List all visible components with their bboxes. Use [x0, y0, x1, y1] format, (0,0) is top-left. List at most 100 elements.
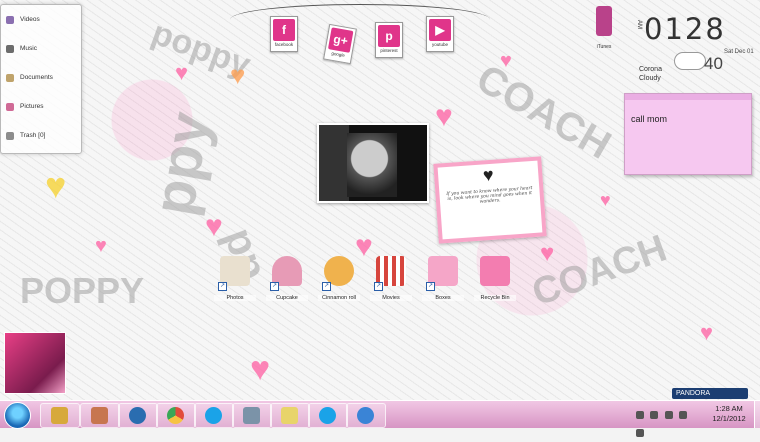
- pictures-icon: [6, 102, 14, 111]
- album-art-gadget[interactable]: [4, 332, 66, 394]
- heart-decoration: ♥: [700, 320, 714, 345]
- taskbar: 1:28 AM 12/1/2012: [0, 400, 760, 437]
- start-button[interactable]: [4, 402, 31, 429]
- desktop-icon-label: Cupcake: [266, 295, 308, 301]
- flag-icon[interactable]: [650, 411, 659, 419]
- facebook-label: facebook: [274, 42, 294, 47]
- google-plus-icon: g+: [327, 27, 354, 53]
- pinterest-label: pinterest: [380, 48, 398, 53]
- wallpaper-decoration: ppy: [140, 107, 223, 220]
- heart-decoration: ♥: [45, 165, 67, 206]
- heart-decoration: ♥: [540, 240, 555, 267]
- heart-decoration: ♥: [435, 100, 453, 133]
- taskbar-app-skype[interactable]: [194, 403, 234, 428]
- library-item-documents[interactable]: Documents: [1, 63, 81, 92]
- weather-city: Corona: [639, 66, 662, 73]
- tray-icon[interactable]: [636, 411, 644, 419]
- taskbar-date: 12/1/2012: [712, 414, 746, 423]
- library-item-label: Videos: [20, 16, 40, 23]
- volume-icon[interactable]: [679, 411, 688, 419]
- library-item-label: Music: [20, 45, 37, 52]
- folder-icon: [51, 407, 68, 424]
- sticky-notes-icon: [281, 407, 298, 424]
- heart-decoration: ♥: [250, 350, 271, 388]
- photo-gadget[interactable]: [317, 123, 429, 203]
- skype-icon: [319, 407, 336, 424]
- clock-ampm: AM: [636, 20, 642, 29]
- taskbar-app-folders[interactable]: [80, 403, 120, 428]
- desktop-icon-label: Movies: [370, 295, 412, 301]
- battery-icon[interactable]: [636, 429, 644, 437]
- hp-icon: [129, 407, 146, 424]
- heart-decoration: ♥: [230, 60, 246, 90]
- desktop-icon-boxes[interactable]: ↗ Boxes: [422, 256, 464, 306]
- photo-shadow: [319, 125, 349, 201]
- taskbar-app-itunes[interactable]: [346, 403, 386, 428]
- itunes-icon: [357, 407, 374, 424]
- shortcut-arrow-icon: ↗: [218, 282, 227, 291]
- desktop-icon-label: Cinnamon roll: [318, 295, 360, 301]
- library-item-label: Documents: [20, 74, 53, 81]
- desktop-icon-label: Recycle Bin: [474, 295, 516, 301]
- heart-decoration: ♥: [95, 235, 107, 257]
- facebook-icon: f: [273, 19, 295, 41]
- taskbar-app-sticky-notes[interactable]: [270, 403, 310, 428]
- library-item-label: Pictures: [20, 103, 44, 110]
- music-icon: [6, 44, 14, 53]
- portrait-image: [347, 133, 397, 197]
- quote-card: ♥ If you want to know where your heart i…: [433, 156, 547, 244]
- shortcut-arrow-icon: ↗: [426, 282, 435, 291]
- skype-icon: [205, 407, 222, 424]
- itunes-desktop-icon[interactable]: iTunes: [592, 6, 616, 58]
- facebook-button[interactable]: f facebook: [270, 16, 298, 52]
- sticky-note[interactable]: call mom: [624, 93, 752, 175]
- sticky-note-text[interactable]: call mom: [625, 100, 751, 124]
- clock-time: 0128: [644, 12, 726, 46]
- desktop-icon-label: Photos: [214, 295, 256, 301]
- library-item-music[interactable]: Music: [1, 34, 81, 63]
- weather-temperature: 40: [704, 54, 723, 73]
- shortcut-arrow-icon: ↗: [374, 282, 383, 291]
- taskbar-app-hp[interactable]: [118, 403, 158, 428]
- recycle-bin-gift-icon: [480, 256, 510, 286]
- desktop-icon-photos[interactable]: ↗ Photos: [214, 256, 256, 306]
- taskbar-clock[interactable]: 1:28 AM 12/1/2012: [705, 404, 753, 424]
- videos-icon: [6, 15, 14, 24]
- library-gadget: Videos Music Documents Pictures Trash [0…: [0, 4, 82, 154]
- youtube-label: youtube: [431, 42, 448, 47]
- library-item-pictures[interactable]: Pictures: [1, 92, 81, 121]
- library-item-trash[interactable]: Trash [0]: [1, 121, 81, 150]
- heart-decoration: ♥: [205, 210, 223, 243]
- clock-date: Sat Dec 01: [724, 49, 754, 55]
- library-item-videos[interactable]: Videos: [1, 5, 81, 34]
- documents-icon: [6, 73, 14, 82]
- taskbar-time: 1:28 AM: [715, 404, 743, 413]
- show-desktop-button[interactable]: [754, 401, 760, 428]
- wallpaper-decoration: POPPY: [20, 270, 145, 311]
- taskbar-app-explorer[interactable]: [40, 403, 80, 428]
- desktop-icon-recycle-bin[interactable]: Recycle Bin: [474, 256, 516, 306]
- weather-condition: Cloudy: [639, 75, 661, 82]
- desktop-icon-cinnamon-roll[interactable]: ↗ Cinnamon roll: [318, 256, 360, 306]
- youtube-button[interactable]: ▶ youtube: [426, 16, 454, 52]
- desktop-icon-label: Boxes: [422, 295, 464, 301]
- shortcut-arrow-icon: ↗: [270, 282, 279, 291]
- youtube-icon: ▶: [429, 19, 451, 41]
- desktop-icon-cupcake[interactable]: ↗ Cupcake: [266, 256, 308, 306]
- ipod-icon: [596, 6, 612, 36]
- heart-decoration: ♥: [600, 190, 611, 210]
- pinterest-button[interactable]: p pinterest: [375, 22, 403, 58]
- folders-icon: [91, 407, 108, 424]
- desktop-icon-movies[interactable]: ↗ Movies: [370, 256, 412, 306]
- pinterest-icon: p: [378, 25, 400, 47]
- taskbar-app-skype-2[interactable]: [308, 403, 348, 428]
- pandora-gadget[interactable]: PANDORA: [672, 388, 748, 399]
- taskbar-app-calculator[interactable]: [232, 403, 272, 428]
- network-icon[interactable]: [664, 411, 673, 419]
- library-item-label: Trash [0]: [20, 132, 46, 139]
- heart-decoration: ♥: [175, 60, 189, 85]
- taskbar-app-chrome[interactable]: [156, 403, 196, 428]
- system-tray: [636, 406, 696, 437]
- itunes-label: iTunes: [596, 44, 612, 50]
- clock-weather-gadget: AM 0128 40 Sat Dec 01 Corona Cloudy: [636, 12, 756, 87]
